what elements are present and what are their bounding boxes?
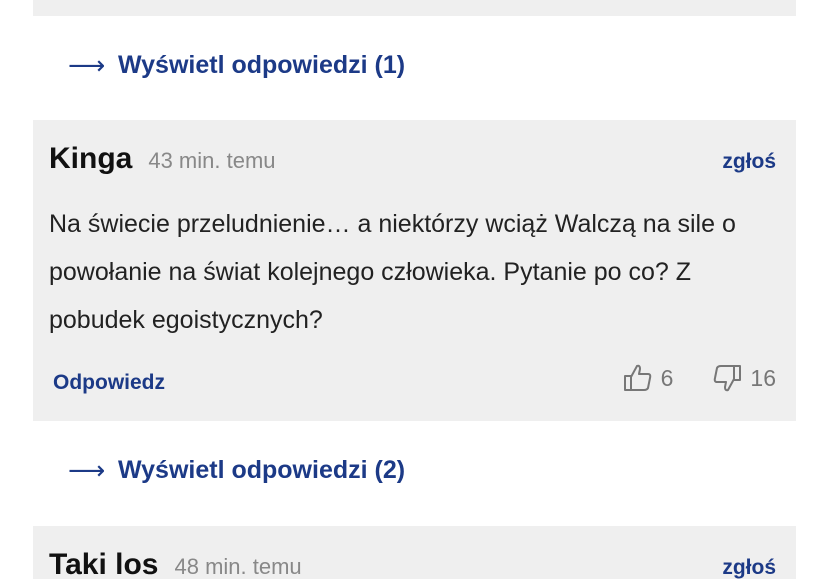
reply-button[interactable]: Odpowiedz	[53, 371, 165, 395]
view-replies-label: Wyświetl odpowiedzi (2)	[118, 456, 406, 484]
view-replies-link[interactable]: ⟶ Wyświetl odpowiedzi (1)	[68, 50, 405, 81]
comment-author: Taki los	[49, 548, 159, 579]
like-button[interactable]: 6	[622, 362, 674, 394]
comment-text: Na świecie przeludnienie… a niektórzy wc…	[49, 210, 736, 334]
comment-header: Kinga 43 min. temu zgłoś	[49, 142, 776, 176]
report-link[interactable]: zgłoś	[722, 556, 776, 579]
comments-page: ⟶ Wyświetl odpowiedzi (1) Kinga 43 min. …	[0, 0, 828, 579]
report-link[interactable]: zgłoś	[722, 150, 776, 174]
view-replies-label: Wyświetl odpowiedzi (1)	[118, 51, 406, 79]
vote-controls: 6 16	[622, 362, 776, 394]
like-count: 6	[660, 364, 674, 391]
dislike-count: 16	[750, 364, 776, 391]
comment-header: Taki los 48 min. temu zgłoś	[49, 548, 776, 579]
comment-time: 48 min. temu	[174, 554, 302, 579]
comment-card: Kinga 43 min. temu zgłoś Na świecie prze…	[33, 120, 796, 421]
comment-time: 43 min. temu	[148, 148, 276, 173]
comment-card-previous	[33, 0, 796, 16]
thumbs-up-icon	[623, 364, 651, 391]
right-arrow-icon: ⟶	[68, 50, 106, 80]
thumbs-down-icon	[714, 365, 742, 392]
comment-card: Taki los 48 min. temu zgłoś	[33, 526, 796, 579]
comment-author: Kinga	[49, 142, 133, 175]
view-replies-link[interactable]: ⟶ Wyświetl odpowiedzi (2)	[68, 455, 405, 486]
dislike-button[interactable]: 16	[711, 362, 776, 394]
right-arrow-icon: ⟶	[68, 455, 106, 485]
